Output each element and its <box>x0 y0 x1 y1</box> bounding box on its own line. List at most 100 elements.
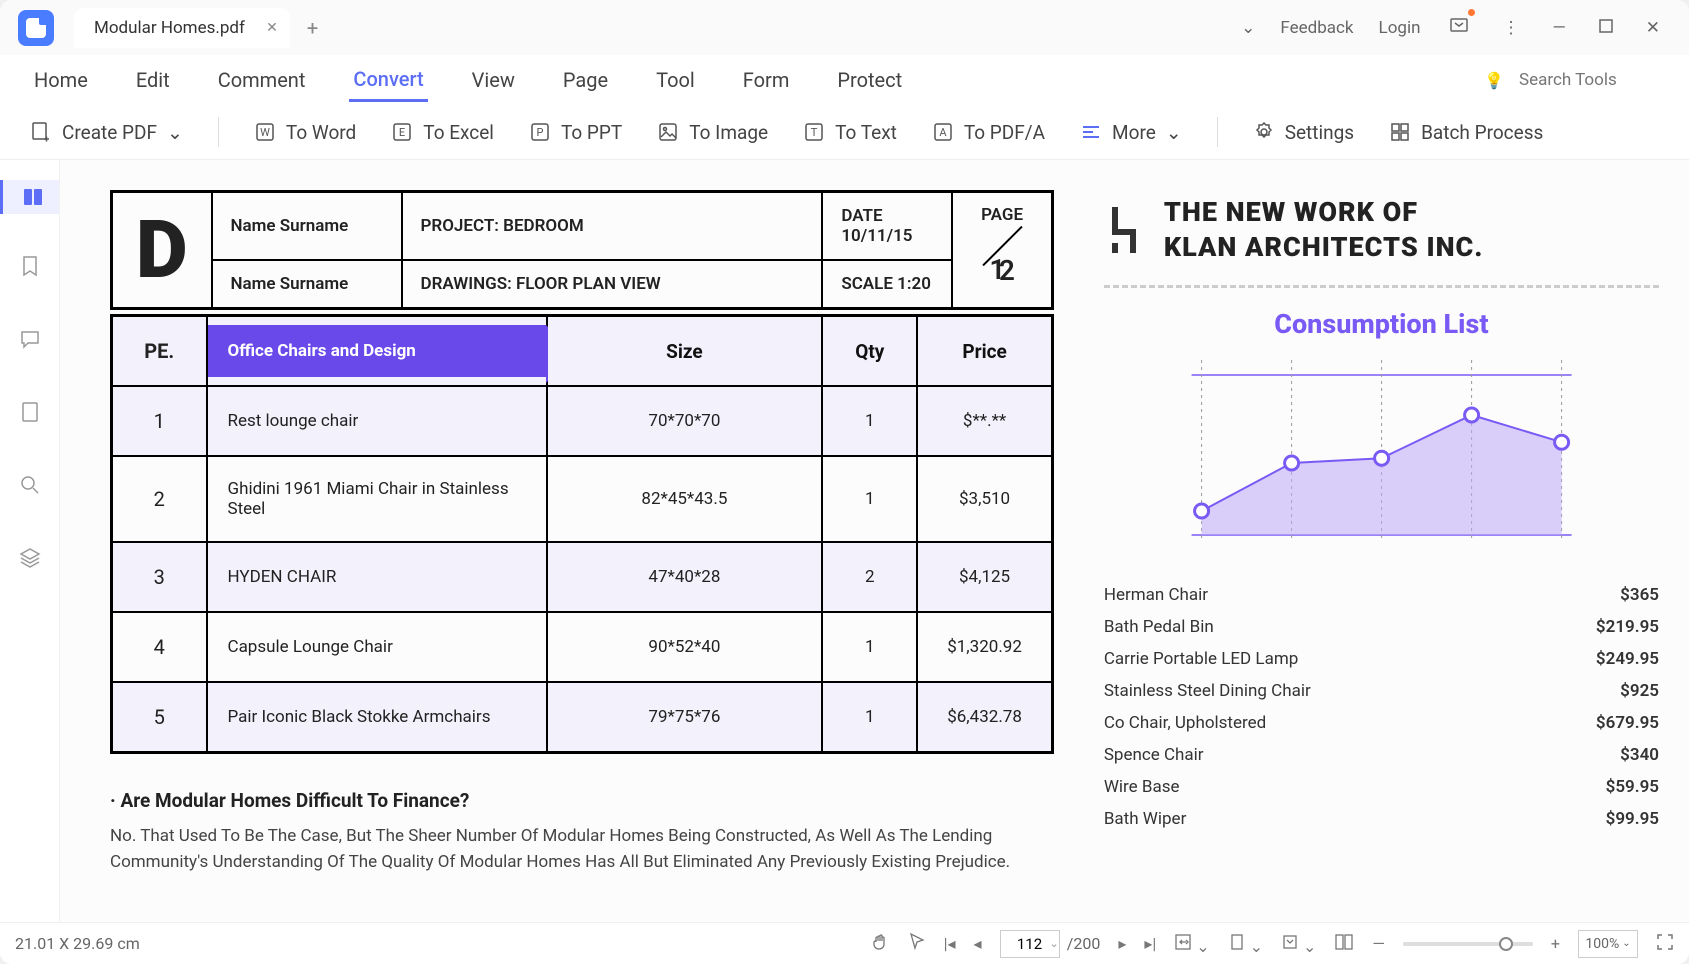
page-display-icon[interactable]: ⌄ <box>1228 932 1263 956</box>
to-pdfa-button[interactable]: ATo PDF/A <box>932 121 1045 144</box>
row-number: 4 <box>112 612 207 682</box>
menu-tool[interactable]: Tool <box>652 60 699 100</box>
fit-width-icon[interactable]: ⌄ <box>1174 932 1209 956</box>
zoom-out-icon[interactable]: — <box>1372 934 1385 953</box>
zoom-in-icon[interactable]: + <box>1551 934 1560 953</box>
maximize-icon[interactable] <box>1595 14 1617 42</box>
svg-text:W: W <box>260 126 270 139</box>
row-size: 47*40*28 <box>547 542 823 612</box>
comment-button[interactable] <box>13 322 47 360</box>
header-title-cell: Office Chairs and Design <box>207 316 547 387</box>
list-item: Bath Wiper $99.95 <box>1104 809 1659 829</box>
pdfa-icon: A <box>932 121 954 143</box>
name-surname-1: Name Surname <box>212 192 402 261</box>
to-text-button[interactable]: TTo Text <box>803 121 897 144</box>
select-tool-icon[interactable] <box>908 932 926 956</box>
toolbar: Create PDF ⌄ WTo Word ETo Excel PTo PPT … <box>0 105 1689 160</box>
more-label: More <box>1112 121 1156 144</box>
menu-protect[interactable]: Protect <box>833 60 906 100</box>
menu-form[interactable]: Form <box>739 60 794 100</box>
settings-button[interactable]: Settings <box>1253 121 1354 144</box>
menu-comment[interactable]: Comment <box>214 60 310 100</box>
row-number: 2 <box>112 456 207 542</box>
row-number: 3 <box>112 542 207 612</box>
fullscreen-icon[interactable] <box>1656 933 1674 955</box>
drawings-label: DRAWINGS: FLOOR PLAN VIEW <box>402 260 823 308</box>
page-fraction: PAGE 1 2 <box>952 192 1052 309</box>
item-name: Carrie Portable LED Lamp <box>1104 649 1298 669</box>
hand-tool-icon[interactable] <box>872 932 890 956</box>
titlebar: Modular Homes.pdf ✕ + ⌄ Feedback Login ⋮… <box>0 0 1689 55</box>
item-price: $365 <box>1620 585 1659 605</box>
close-window-icon[interactable]: ✕ <box>1642 14 1664 42</box>
table-row: 1Rest lounge chair70*70*701$**.** <box>112 386 1053 456</box>
bookmark-button[interactable] <box>14 249 46 287</box>
batch-process-button[interactable]: Batch Process <box>1389 121 1543 144</box>
document-right: THE NEW WORK OFKLAN ARCHITECTS INC. Cons… <box>1104 190 1659 912</box>
row-name: Rest lounge chair <box>207 386 547 456</box>
item-price: $99.95 <box>1606 809 1659 829</box>
faq-text: No. That Used To Be The Case, But The Sh… <box>110 824 1054 875</box>
chevron-down-icon: ⌄ <box>167 121 183 144</box>
attachment-button[interactable] <box>14 395 46 433</box>
menu-convert[interactable]: Convert <box>349 59 427 102</box>
feedback-link[interactable]: Feedback <box>1280 18 1353 38</box>
menu-edit[interactable]: Edit <box>132 60 174 100</box>
separator <box>1217 117 1218 147</box>
menu-page[interactable]: Page <box>559 60 612 100</box>
search-input[interactable] <box>1519 70 1659 90</box>
to-word-button[interactable]: WTo Word <box>254 121 356 144</box>
new-tab-button[interactable]: + <box>295 8 330 48</box>
row-name: HYDEN CHAIR <box>207 542 547 612</box>
ppt-icon: P <box>529 121 551 143</box>
header-qty: Qty <box>822 316 917 387</box>
thumbnails-button[interactable] <box>0 180 59 214</box>
page-total: /200 <box>1067 934 1101 953</box>
list-item: Carrie Portable LED Lamp$249.95 <box>1104 649 1659 669</box>
chevron-down-icon[interactable]: ⌄ <box>1241 18 1255 38</box>
prev-page-icon[interactable]: ◂ <box>974 934 982 953</box>
row-price: $4,125 <box>917 542 1052 612</box>
layers-button[interactable] <box>13 541 47 579</box>
notification-icon[interactable] <box>1445 11 1473 44</box>
minimize-icon[interactable]: — <box>1548 14 1569 42</box>
chair-icon <box>1104 205 1144 255</box>
document-area: D Name Surname PROJECT: BEDROOM DATE 10/… <box>60 160 1689 922</box>
next-page-icon[interactable]: ▸ <box>1118 934 1126 953</box>
first-page-icon[interactable]: |◂ <box>944 934 956 953</box>
create-pdf-button[interactable]: Create PDF ⌄ <box>30 121 183 144</box>
table-row: 5Pair Iconic Black Stokke Armchairs79*75… <box>112 682 1053 753</box>
rotate-icon[interactable]: ⌄ <box>1281 932 1316 956</box>
header-table: D Name Surname PROJECT: BEDROOM DATE 10/… <box>110 190 1054 310</box>
document-tab[interactable]: Modular Homes.pdf ✕ <box>74 8 290 48</box>
to-ppt-button[interactable]: PTo PPT <box>529 121 622 144</box>
page-dropdown-icon[interactable]: ⌄ <box>1050 937 1059 950</box>
menu-view[interactable]: View <box>468 60 519 100</box>
item-name: Bath Wiper <box>1104 809 1187 829</box>
menu-home[interactable]: Home <box>30 60 92 100</box>
lightbulb-icon: 💡 <box>1484 71 1504 90</box>
to-excel-button[interactable]: ETo Excel <box>391 121 494 144</box>
to-image-button[interactable]: To Image <box>657 121 768 144</box>
row-qty: 1 <box>822 456 917 542</box>
more-button[interactable]: More ⌄ <box>1080 121 1182 144</box>
excel-icon: E <box>391 121 413 143</box>
two-page-icon[interactable] <box>1334 933 1354 955</box>
word-icon: W <box>254 121 276 143</box>
scale-label: SCALE 1:20 <box>822 260 952 308</box>
last-page-icon[interactable]: ▸| <box>1144 934 1156 953</box>
sidebar <box>0 160 60 922</box>
zoom-select[interactable]: 100% ⌄ <box>1578 930 1638 958</box>
menu-dots-icon[interactable]: ⋮ <box>1498 14 1523 42</box>
batch-icon <box>1389 121 1411 143</box>
zoom-slider[interactable] <box>1403 942 1533 946</box>
settings-label: Settings <box>1285 121 1354 144</box>
login-link[interactable]: Login <box>1379 18 1421 38</box>
chevron-down-icon: ⌄ <box>1166 121 1182 144</box>
search-button[interactable] <box>13 468 47 506</box>
image-icon <box>657 121 679 143</box>
date-label: DATE 10/11/15 <box>822 192 952 261</box>
close-icon[interactable]: ✕ <box>266 20 278 36</box>
svg-text:T: T <box>811 126 818 139</box>
list-item: Wire Base$59.95 <box>1104 777 1659 797</box>
